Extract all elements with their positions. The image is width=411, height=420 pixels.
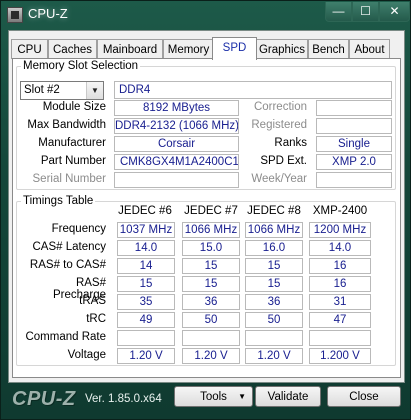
timing-row-label: tRC [86,313,106,325]
timing-cell: 1.20 V [245,348,303,364]
timing-cell [309,330,371,346]
column-header: JEDEC #7 [184,205,238,217]
registered-label: Registered [251,119,307,131]
timing-cell: 31 [309,294,371,310]
chevron-down-icon: ▼ [86,82,103,99]
part-number-field: CMK8GX4M1A2400C14 [114,154,239,170]
ranks-label: Ranks [274,137,307,149]
cpuz-app-icon [7,7,23,23]
timing-cell: 1037 MHz [117,222,175,238]
module-size-field: 8192 MBytes [114,100,239,116]
timing-cell: 36 [182,294,240,310]
max-bandwidth-label: Max Bandwidth [27,119,106,131]
dropdown-arrow-icon: ▼ [238,392,246,401]
close-button[interactable]: Close [327,386,401,407]
title-bar[interactable]: CPU-Z — ☐ ✕ [1,1,410,29]
timing-cell: 15 [182,258,240,274]
tab-bench[interactable]: Bench [308,39,349,59]
maximize-button[interactable]: ☐ [352,2,379,22]
timing-cell: 35 [117,294,175,310]
timing-cell: 15 [245,258,303,274]
timing-row-label: RAS# to CAS# [29,259,106,271]
close-window-button[interactable]: ✕ [379,2,410,22]
max-bandwidth-field: DDR4-2132 (1066 MHz) [114,118,239,134]
minimize-button[interactable]: — [325,2,352,22]
timing-cell: 36 [245,294,303,310]
timing-cell: 1.20 V [182,348,240,364]
timing-cell [245,330,303,346]
column-header: XMP-2400 [312,205,368,217]
version-label: Ver. 1.85.0.x64 [85,393,162,405]
tab-mainboard[interactable]: Mainboard [97,39,163,59]
tab-spd[interactable]: SPD [212,37,257,60]
spd-ext-label: SPD Ext. [260,155,307,167]
manufacturer-field: Corsair [114,136,239,152]
timing-cell: 1.200 V [309,348,371,364]
timing-cell: 16 [309,258,371,274]
timing-row-label: CAS# Latency [32,241,106,253]
correction-label: Correction [253,101,307,113]
memory-type-field: DDR4 [114,81,392,99]
timing-cell: 1066 MHz [245,222,303,238]
timing-row-label: Voltage [67,349,106,361]
module-size-label: Module Size [42,101,106,113]
correction-field [316,100,392,116]
footer-bar: CPU-Z Ver. 1.85.0.x64 Tools ▼ Validate C… [1,384,410,420]
slot-select-value: Slot #2 [24,84,60,96]
cpuz-logo: CPU-Z [12,388,76,410]
tab-graphics[interactable]: Graphics [256,39,308,59]
slot-select[interactable]: Slot #2 ▼ [20,81,104,100]
timing-cell: 14.0 [117,240,175,256]
column-header: JEDEC #6 [118,205,172,217]
timing-row-label: Frequency [51,223,106,235]
timing-cell: 15 [117,276,175,292]
serial-number-field [114,172,239,188]
timing-cell: 15.0 [182,240,240,256]
spd-ext-field: XMP 2.0 [316,154,392,170]
part-number-label: Part Number [40,155,106,167]
timing-row-label: Command Rate [25,331,106,343]
timing-cell: 1.20 V [117,348,175,364]
tools-button-label: Tools [200,391,227,403]
memory-slot-legend: Memory Slot Selection [23,60,139,72]
tab-memory[interactable]: Memory [163,39,214,59]
timing-cell: 1066 MHz [182,222,240,238]
week-year-label: Week/Year [251,173,307,185]
timing-cell: 15 [182,276,240,292]
timing-cell: 1200 MHz [309,222,371,238]
ranks-field: Single [316,136,392,152]
manufacturer-label: Manufacturer [38,137,106,149]
serial-number-label: Serial Number [32,173,107,185]
timing-cell: 50 [245,312,303,328]
registered-field [316,118,392,134]
timing-cell [117,330,175,346]
validate-button[interactable]: Validate [255,386,321,407]
window-title: CPU-Z [28,6,68,21]
timing-cell: 49 [117,312,175,328]
timing-cell: 16.0 [245,240,303,256]
timing-cell: 14 [117,258,175,274]
timing-cell: 14.0 [309,240,371,256]
tools-button[interactable]: Tools ▼ [174,386,253,407]
timing-cell: 47 [309,312,371,328]
cpuz-window: CPU-Z — ☐ ✕ CPU Caches Mainboard Memory … [0,0,411,420]
tab-cpu[interactable]: CPU [11,39,48,59]
timing-row-label: tRAS [79,295,106,307]
timings-table-legend: Timings Table [23,195,94,207]
column-header: JEDEC #8 [247,205,301,217]
tab-about[interactable]: About [349,39,390,59]
week-year-field [316,172,392,188]
timing-cell: 50 [182,312,240,328]
timing-cell [182,330,240,346]
timing-cell: 16 [309,276,371,292]
timing-cell: 15 [245,276,303,292]
tab-caches[interactable]: Caches [48,39,97,59]
